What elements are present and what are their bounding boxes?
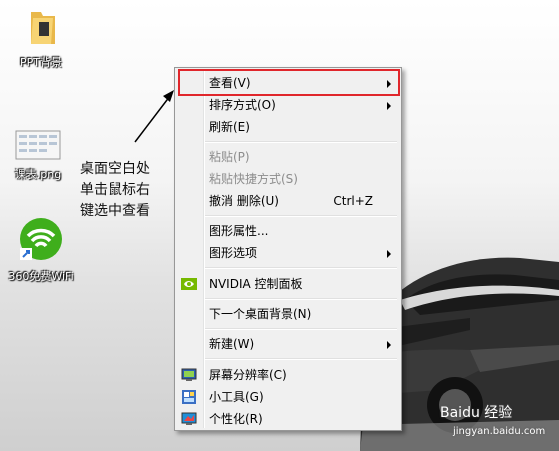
desktop-context-menu: 查看(V) 排序方式(O) 刷新(E) 粘贴(P) 粘贴快捷方式(S) 撤消 删… [174,67,402,431]
menu-item-new[interactable]: 新建(W) [177,333,399,355]
annotation-line: 单击鼠标右 [80,182,150,198]
menu-item-personalize[interactable]: 个性化(R) [177,408,399,430]
personalize-icon [181,412,197,425]
menu-item-label: 图形属性... [209,224,269,238]
menu-item-refresh[interactable]: 刷新(E) [177,116,399,138]
menu-item-label: 排序方式(O) [209,98,276,112]
submenu-arrow-icon [387,102,391,110]
menu-item-label: 粘贴快捷方式(S) [209,172,298,186]
menu-item-paste[interactable]: 粘贴(P) [177,146,399,168]
menu-separator [205,298,397,300]
menu-item-label: 小工具(G) [209,390,264,404]
highlight-box [178,69,400,96]
baidu-watermark-logo: Baidu 经验 [440,405,513,421]
baidu-watermark-url: jingyan.baidu.com [453,426,546,437]
menu-item-label: 粘贴(P) [209,150,250,164]
menu-item-label: 图形选项 [209,246,258,260]
menu-item-gadgets[interactable]: 小工具(G) [177,386,399,408]
annotation-line: 键选中查看 [80,203,150,219]
menu-item-label: 屏幕分辨率(C) [209,368,287,382]
menu-item-label: NVIDIA 控制面板 [209,277,303,291]
annotation-line: 桌面空白处 [80,161,150,177]
menu-separator [205,141,397,143]
submenu-arrow-icon [387,341,391,349]
menu-item-label: 个性化(R) [209,412,263,426]
menu-item-label: 下一个桌面背景(N) [209,307,312,321]
menu-item-sort[interactable]: 排序方式(O) [177,94,399,116]
menu-separator [205,358,397,360]
menu-item-label: 新建(W) [209,337,255,351]
menu-item-next-background[interactable]: 下一个桌面背景(N) [177,303,399,325]
nvidia-icon [181,278,197,290]
menu-separator [205,267,397,269]
menu-item-undo-delete[interactable]: 撤消 删除(U) Ctrl+Z [177,190,399,212]
menu-item-label: 撤消 删除(U) [209,194,279,208]
menu-separator [205,328,397,330]
menu-item-graphics-properties[interactable]: 图形属性... [177,220,399,242]
menu-item-graphics-options[interactable]: 图形选项 [177,242,399,264]
submenu-arrow-icon [387,250,391,258]
display-icon [181,368,197,381]
menu-item-paste-shortcut[interactable]: 粘贴快捷方式(S) [177,168,399,190]
gadgets-icon [182,390,196,404]
menu-item-label: 刷新(E) [209,120,250,134]
annotation-text: 桌面空白处 单击鼠标右 键选中查看 [80,159,176,222]
menu-separator [205,215,397,217]
menu-item-nvidia-control-panel[interactable]: NVIDIA 控制面板 [177,273,399,295]
menu-item-screen-resolution[interactable]: 屏幕分辨率(C) [177,364,399,386]
menu-item-shortcut: Ctrl+Z [333,194,373,208]
